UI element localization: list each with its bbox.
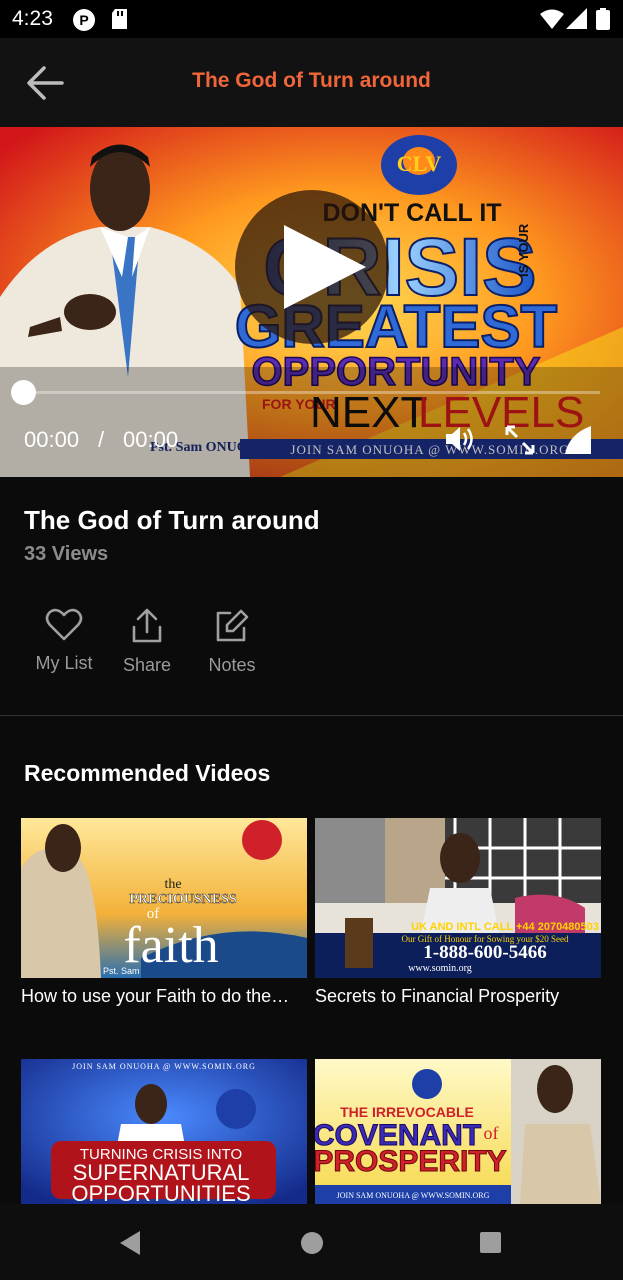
wifi-icon [540, 9, 564, 29]
video-thumbnail: the PRECIOUSNESS of faith Pst. Sam [21, 818, 307, 978]
edit-icon [216, 609, 249, 642]
video-thumbnail: THE IRREVOCABLE COVENANT of PROSPERITY J… [315, 1059, 601, 1204]
play-icon[interactable] [282, 225, 366, 309]
time-separator: / [98, 427, 105, 452]
thumb-text: JOIN SAM ONUOHA @ WWW.SOMIN.ORG [337, 1191, 490, 1200]
thumb-text: Pst. Sam [103, 966, 140, 976]
current-time: 00:00 [24, 427, 80, 452]
thumb-text: UK AND INTL CALL +44 2070480503 [411, 921, 599, 933]
thumb-text: PRECIOUSNESS [129, 892, 237, 907]
video-caption: Secrets to Financial Prosperity [315, 986, 560, 1006]
share-icon [132, 608, 162, 643]
thumb-text: JOIN SAM ONUOHA @ WWW.SOMIN.ORG [72, 1062, 256, 1071]
recommended-video-card[interactable]: UK AND INTL CALL +44 2070480503 Our Gift… [315, 818, 601, 1007]
svg-text:P: P [79, 12, 88, 28]
thumb-text: THE IRREVOCABLE [340, 1104, 474, 1120]
seek-thumb[interactable] [11, 380, 36, 405]
app-bar: The God of Turn around [0, 38, 623, 127]
system-nav-bar [0, 1204, 623, 1280]
cast-icon[interactable] [563, 424, 593, 456]
notes-label: Notes [208, 655, 256, 675]
video-player[interactable]: CLV DON'T CALL IT CRISIS IS YOUR GREATES… [0, 127, 623, 477]
thumb-text: PROSPERITY [315, 1145, 507, 1178]
duration-time: 00:00 [123, 427, 179, 452]
status-bar: 4:23 P [0, 0, 623, 38]
notes-button[interactable]: Notes [203, 608, 261, 676]
heart-icon [45, 608, 83, 641]
share-label: Share [122, 655, 172, 675]
video-thumbnail: JOIN SAM ONUOHA @ WWW.SOMIN.ORG TURNING … [21, 1059, 307, 1204]
thumb-text: the [164, 877, 181, 892]
app-bar-title: The God of Turn around [192, 69, 431, 92]
recommended-video-card[interactable]: THE IRREVOCABLE COVENANT of PROSPERITY J… [315, 1059, 601, 1204]
nav-recents-icon[interactable] [479, 1231, 502, 1254]
thumb-text: www.somin.org [408, 963, 472, 974]
my-list-label: My List [35, 653, 93, 673]
share-button[interactable]: Share [118, 608, 176, 676]
divider [0, 715, 623, 716]
notification-icon: P [73, 9, 95, 31]
video-caption: How to use your Faith to do the… [21, 986, 290, 1006]
nav-back-icon[interactable] [118, 1230, 142, 1256]
signal-icon [566, 8, 587, 29]
thumbnail-logo: CLV [397, 151, 442, 176]
nav-home-icon[interactable] [300, 1231, 324, 1255]
seek-bar[interactable] [22, 391, 600, 394]
video-title: The God of Turn around [24, 505, 320, 535]
volume-icon[interactable] [444, 424, 476, 454]
thumb-text: of [484, 1123, 499, 1143]
sd-card-icon [112, 9, 127, 29]
recommended-heading: Recommended Videos [24, 760, 271, 786]
video-views: 33 Views [24, 543, 109, 565]
thumb-text: 1-888-600-5466 [423, 942, 546, 963]
video-thumbnail: UK AND INTL CALL +44 2070480503 Our Gift… [315, 818, 601, 978]
recommended-video-card[interactable]: the PRECIOUSNESS of faith Pst. Sam How t… [21, 818, 307, 1007]
status-time: 4:23 [12, 7, 53, 30]
fullscreen-icon[interactable] [504, 424, 536, 456]
thumbnail-side-text: IS YOUR [516, 223, 531, 277]
thumb-text: OPPORTUNITIES [71, 1181, 250, 1204]
my-list-button[interactable]: My List [32, 608, 96, 674]
recommended-video-card[interactable]: JOIN SAM ONUOHA @ WWW.SOMIN.ORG TURNING … [21, 1059, 307, 1204]
battery-icon [596, 8, 610, 30]
